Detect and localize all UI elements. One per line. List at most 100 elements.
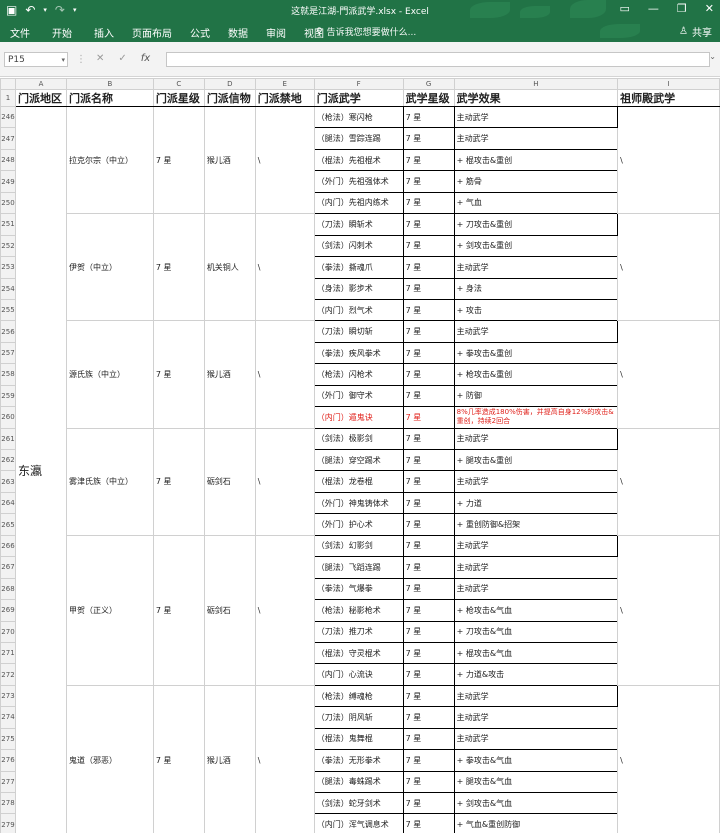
wuxue-star-cell[interactable]: 7 星 bbox=[402, 491, 455, 515]
tab-review[interactable]: 审阅 bbox=[266, 25, 286, 40]
row-header[interactable]: 274 bbox=[0, 706, 16, 729]
save-icon[interactable]: ▣ bbox=[6, 3, 17, 17]
wuxue-cell[interactable]: （棍法）守灵棍术 bbox=[313, 641, 404, 665]
effect-cell[interactable]: + 拳攻击&气血 bbox=[453, 749, 619, 772]
header-cell[interactable]: 武学效果 bbox=[453, 89, 619, 107]
effect-cell[interactable]: + 力道&攻击 bbox=[453, 663, 619, 686]
wuxue-cell[interactable]: （腿法）雪踪连踢 bbox=[313, 127, 404, 150]
effect-cell[interactable]: + 剑攻击&气血 bbox=[453, 791, 619, 815]
row-header[interactable]: 251 bbox=[0, 213, 16, 236]
effect-cell[interactable]: 主动武学 bbox=[453, 556, 619, 579]
sect-name-cell[interactable]: 鬼道（邪恶） bbox=[65, 684, 154, 833]
wuxue-star-cell[interactable]: 7 星 bbox=[402, 791, 455, 815]
effect-cell[interactable]: 8%几率造成180%伤害，并提高自身12%的攻击&重创，持续2回合 bbox=[453, 406, 619, 429]
effect-cell[interactable]: + 防御 bbox=[453, 384, 619, 408]
wuxue-cell[interactable]: （外门）先祖强体术 bbox=[313, 170, 404, 193]
row-header[interactable]: 1 bbox=[0, 89, 16, 107]
wuxue-star-cell[interactable]: 7 星 bbox=[402, 749, 455, 772]
zushi-cell[interactable]: \ bbox=[617, 684, 720, 833]
redo-icon[interactable]: ↷ bbox=[55, 3, 65, 17]
row-header[interactable]: 275 bbox=[0, 727, 16, 751]
effect-cell[interactable]: + 枪攻击&重创 bbox=[453, 363, 619, 386]
wuxue-cell[interactable]: （棍法）鬼舞棍 bbox=[313, 727, 404, 751]
row-header[interactable]: 264 bbox=[0, 491, 16, 515]
row-header[interactable]: 276 bbox=[0, 749, 16, 772]
header-cell[interactable]: 武学星级 bbox=[402, 89, 455, 107]
wuxue-star-cell[interactable]: 7 星 bbox=[402, 341, 455, 365]
share-button[interactable]: ♙ 共享 bbox=[679, 24, 712, 39]
wuxue-star-cell[interactable]: 7 星 bbox=[402, 427, 455, 451]
wuxue-cell[interactable]: （棍法）先祖棍术 bbox=[313, 148, 404, 172]
effect-cell[interactable]: 主动武学 bbox=[453, 470, 619, 493]
effect-cell[interactable]: 主动武学 bbox=[453, 684, 619, 708]
wuxue-cell[interactable]: （拳法）撕魂爪 bbox=[313, 256, 404, 279]
wuxue-star-cell[interactable]: 7 星 bbox=[402, 513, 455, 536]
sect-item-cell[interactable]: 猴儿酒 bbox=[203, 105, 256, 215]
effect-cell[interactable]: 主动武学 bbox=[453, 127, 619, 150]
expand-formula-bar-icon[interactable]: ⌄ bbox=[709, 52, 716, 61]
row-header[interactable]: 265 bbox=[0, 513, 16, 536]
row-header[interactable]: 248 bbox=[0, 148, 16, 172]
row-header[interactable]: 253 bbox=[0, 256, 16, 279]
wuxue-cell[interactable]: （内门）先祖内练术 bbox=[313, 191, 404, 215]
wuxue-star-cell[interactable]: 7 星 bbox=[402, 277, 455, 300]
column-header[interactable]: G bbox=[402, 78, 455, 90]
header-cell[interactable]: 门派信物 bbox=[203, 89, 256, 107]
header-cell[interactable]: 门派武学 bbox=[313, 89, 404, 107]
sect-forbidden-cell[interactable]: \ bbox=[254, 534, 315, 686]
row-header[interactable]: 278 bbox=[0, 791, 16, 815]
effect-cell[interactable]: 主动武学 bbox=[453, 706, 619, 729]
sect-forbidden-cell[interactable]: \ bbox=[254, 105, 315, 215]
row-header[interactable]: 262 bbox=[0, 448, 16, 472]
row-header[interactable]: 246 bbox=[0, 105, 16, 129]
wuxue-star-cell[interactable]: 7 星 bbox=[402, 556, 455, 579]
row-header[interactable]: 257 bbox=[0, 341, 16, 365]
row-header[interactable]: 255 bbox=[0, 298, 16, 322]
row-header[interactable]: 258 bbox=[0, 363, 16, 386]
effect-cell[interactable]: + 剑攻击&重创 bbox=[453, 234, 619, 258]
wuxue-star-cell[interactable]: 7 星 bbox=[402, 684, 455, 708]
wuxue-star-cell[interactable]: 7 星 bbox=[402, 256, 455, 279]
sect-star-cell[interactable]: 7 星 bbox=[152, 684, 205, 833]
sect-star-cell[interactable]: 7 星 bbox=[152, 105, 205, 215]
row-header[interactable]: 268 bbox=[0, 577, 16, 601]
wuxue-cell[interactable]: （内门）遁鬼诀 bbox=[313, 406, 404, 429]
effect-cell[interactable]: 主动武学 bbox=[453, 427, 619, 451]
wuxue-cell[interactable]: （枪法）闪枪术 bbox=[313, 363, 404, 386]
wuxue-star-cell[interactable]: 7 星 bbox=[402, 148, 455, 172]
wuxue-cell[interactable]: （外门）神鬼铸体术 bbox=[313, 491, 404, 515]
wuxue-cell[interactable]: （内门）心流诀 bbox=[313, 663, 404, 686]
sect-name-cell[interactable]: 源氏族（中立） bbox=[65, 320, 154, 429]
effect-cell[interactable]: 主动武学 bbox=[453, 534, 619, 558]
sect-forbidden-cell[interactable]: \ bbox=[254, 684, 315, 833]
wuxue-star-cell[interactable]: 7 星 bbox=[402, 213, 455, 236]
tab-page-layout[interactable]: 页面布局 bbox=[132, 25, 172, 40]
zushi-cell[interactable]: \ bbox=[617, 534, 720, 686]
undo-dropdown-icon[interactable]: ▾ bbox=[43, 6, 47, 14]
header-cell[interactable]: 祖师殿武学 bbox=[617, 89, 720, 107]
effect-cell[interactable]: + 重创防御&招架 bbox=[453, 513, 619, 536]
effect-cell[interactable]: 主动武学 bbox=[453, 727, 619, 751]
select-all-corner[interactable] bbox=[0, 78, 16, 90]
row-header[interactable]: 249 bbox=[0, 170, 16, 193]
wuxue-cell[interactable]: （身法）影步术 bbox=[313, 277, 404, 300]
wuxue-cell[interactable]: （外门）护心术 bbox=[313, 513, 404, 536]
row-header[interactable]: 261 bbox=[0, 427, 16, 451]
formula-input[interactable] bbox=[166, 52, 710, 67]
wuxue-cell[interactable]: （拳法）疾风拳术 bbox=[313, 341, 404, 365]
wuxue-cell[interactable]: （刀法）阴风斩 bbox=[313, 706, 404, 729]
sect-star-cell[interactable]: 7 星 bbox=[152, 534, 205, 686]
wuxue-cell[interactable]: （腿法）毒蛛踢术 bbox=[313, 770, 404, 794]
customize-qat-icon[interactable]: ▾ bbox=[73, 6, 77, 14]
wuxue-cell[interactable]: （枪法）缚魂枪 bbox=[313, 684, 404, 708]
minimize-icon[interactable]: — bbox=[648, 2, 659, 15]
column-header[interactable]: C bbox=[152, 78, 205, 90]
wuxue-star-cell[interactable]: 7 星 bbox=[402, 105, 455, 129]
wuxue-star-cell[interactable]: 7 星 bbox=[402, 620, 455, 643]
effect-cell[interactable]: + 拳攻击&重创 bbox=[453, 341, 619, 365]
sect-star-cell[interactable]: 7 星 bbox=[152, 213, 205, 322]
tab-formulas[interactable]: 公式 bbox=[190, 25, 210, 40]
sect-name-cell[interactable]: 伊贺（中立） bbox=[65, 213, 154, 322]
wuxue-star-cell[interactable]: 7 星 bbox=[402, 534, 455, 558]
effect-cell[interactable]: 主动武学 bbox=[453, 256, 619, 279]
